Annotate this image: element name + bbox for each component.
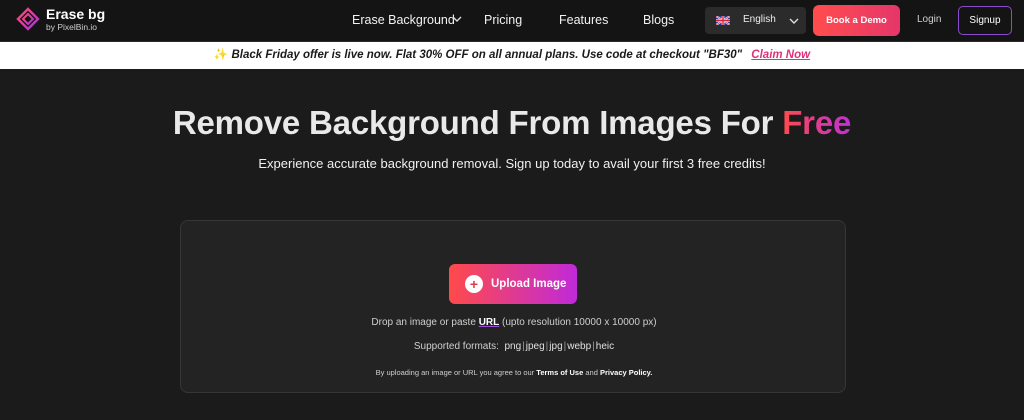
- nav-blogs[interactable]: Blogs: [643, 13, 674, 27]
- language-selector[interactable]: English: [705, 7, 806, 34]
- format-item: webp: [567, 341, 592, 352]
- sparkle-icon: ✨: [213, 49, 229, 61]
- language-label: English: [743, 14, 776, 25]
- page-title-main: Remove Background From Images For: [172, 104, 774, 141]
- book-demo-button[interactable]: Book a Demo: [813, 5, 900, 36]
- uk-flag-icon: [716, 16, 730, 25]
- drop-prefix: Drop an image or paste: [371, 317, 476, 328]
- page-subtitle: Experience accurate background removal. …: [258, 156, 766, 171]
- privacy-policy-link[interactable]: Privacy Policy.: [600, 368, 652, 377]
- terms-of-use-link[interactable]: Terms of Use: [536, 368, 583, 377]
- page-title: Remove Background From Images For Free: [0, 104, 1024, 142]
- format-item: png: [504, 341, 522, 352]
- supported-formats: Supported formats: png|jpeg|jpg|webp|hei…: [413, 341, 615, 352]
- drop-suffix: (upto resolution 10000 x 10000 px): [502, 317, 657, 328]
- promo-message: Black Friday offer is live now. Flat 30%…: [231, 49, 743, 61]
- paste-url-link[interactable]: URL: [479, 317, 500, 328]
- upload-image-button[interactable]: + Upload Image: [449, 264, 577, 304]
- upload-dropzone[interactable]: + Upload Image Drop an image or paste UR…: [180, 220, 846, 393]
- nav-pricing[interactable]: Pricing: [484, 13, 522, 27]
- upload-button-label: Upload Image: [491, 278, 567, 290]
- signup-button[interactable]: Signup: [958, 6, 1012, 35]
- login-link[interactable]: Login: [917, 14, 941, 25]
- chevron-down-icon: [789, 18, 799, 24]
- top-nav: Erase bg by PixelBin.io Erase Background…: [0, 0, 1024, 42]
- promo-banner: ✨ Black Friday offer is live now. Flat 3…: [0, 42, 1024, 69]
- terms-notice: By uploading an image or URL you agree t…: [181, 368, 847, 377]
- logo[interactable]: Erase bg by PixelBin.io: [16, 7, 105, 32]
- format-item: jpeg: [525, 341, 545, 352]
- logo-subtitle: by PixelBin.io: [46, 22, 98, 32]
- format-item: jpg: [549, 341, 563, 352]
- plus-icon: +: [465, 275, 483, 293]
- nav-features[interactable]: Features: [559, 13, 608, 27]
- logo-title: Erase bg: [46, 6, 106, 22]
- formats-label: Supported formats:: [413, 341, 499, 352]
- page-title-highlight: Free: [782, 104, 852, 141]
- chevron-down-icon[interactable]: [452, 15, 462, 23]
- nav-erase-background[interactable]: Erase Background: [352, 13, 455, 27]
- terms-and: and: [585, 368, 598, 377]
- format-item: heic: [595, 341, 615, 352]
- erase-bg-logo-icon: [16, 7, 40, 31]
- terms-prefix: By uploading an image or URL you agree t…: [375, 368, 535, 377]
- claim-now-link[interactable]: Claim Now: [751, 49, 810, 61]
- drop-instructions: Drop an image or paste URL (upto resolut…: [181, 317, 847, 328]
